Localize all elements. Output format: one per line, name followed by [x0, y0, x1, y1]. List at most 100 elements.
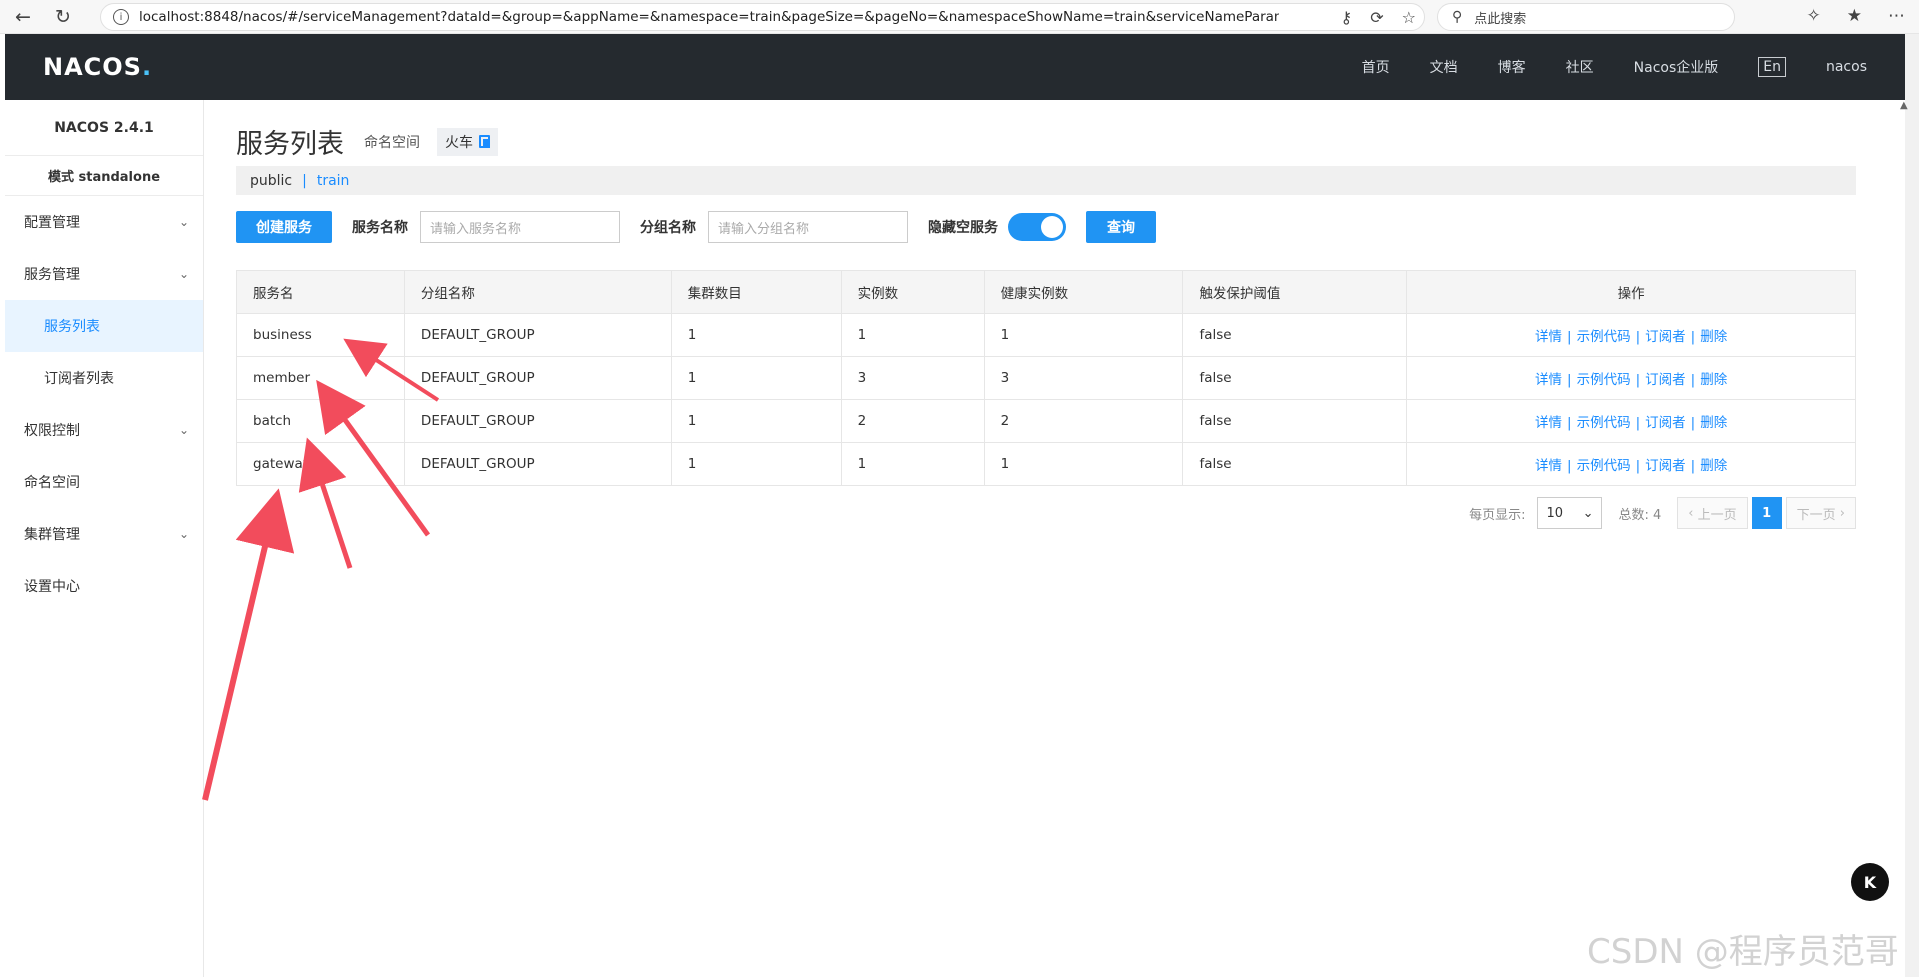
key-icon[interactable]: ⚷ — [1341, 8, 1353, 27]
hide-empty-toggle[interactable] — [1008, 213, 1066, 241]
sidebar-item-label: 订阅者列表 — [44, 371, 114, 387]
sample-code-link[interactable]: 示例代码 — [1577, 372, 1631, 388]
sidebar-item-settings[interactable]: 设置中心 — [5, 560, 203, 612]
chevron-right-icon: › — [1835, 505, 1845, 521]
sidebar-item-auth[interactable]: 权限控制 ⌄ — [5, 404, 203, 456]
table-header-row: 服务名 分组名称 集群数目 实例数 健康实例数 触发保护阈值 操作 — [236, 270, 1856, 314]
col-cluster-count: 集群数目 — [670, 270, 842, 314]
search-placeholder: 点此搜索 — [1474, 11, 1527, 27]
top-nav: 首页 文档 博客 社区 Nacos企业版 En nacos — [1362, 57, 1867, 77]
assistant-float-button[interactable]: K — [1851, 863, 1889, 901]
next-page-button[interactable]: 下一页 › — [1785, 497, 1856, 529]
main-content: 服务列表 命名空间 火车 public | train 创建服务 服务名称 请输… — [236, 100, 1856, 977]
reload-icon[interactable]: ↻ — [46, 3, 80, 31]
page-button-current[interactable]: 1 — [1751, 497, 1782, 529]
subscriber-link[interactable]: 订阅者 — [1645, 372, 1686, 388]
table-cell: 3 — [983, 356, 1184, 400]
site-info-icon[interactable]: i — [113, 9, 129, 25]
delete-link[interactable]: 删除 — [1700, 329, 1727, 345]
more-icon[interactable]: ⋯ — [1888, 6, 1905, 26]
version-label: NACOS 2.4.1 — [5, 100, 203, 156]
operations-cell: 详情 | 示例代码 | 订阅者 | 删除 — [1406, 399, 1856, 443]
create-service-button[interactable]: 创建服务 — [236, 211, 332, 243]
page-size-value: 10 — [1546, 505, 1564, 521]
chevron-down-icon: ⌄ — [178, 527, 189, 541]
app-header: NACOS. 首页 文档 博客 社区 Nacos企业版 En nacos — [5, 34, 1905, 100]
table-row: batch DEFAULT_GROUP 1 2 2 false 详情 | 示例代码 | 订阅者 | 删除 — [236, 399, 1856, 443]
page-size-select[interactable]: 10 ⌄ — [1537, 497, 1603, 529]
hide-empty-label: 隐藏空服务 — [928, 220, 998, 236]
back-arrow-icon[interactable]: ← — [6, 3, 40, 31]
chevron-left-icon: ‹ — [1688, 505, 1698, 521]
namespace-public-link[interactable]: public — [250, 173, 292, 189]
copy-icon[interactable] — [479, 135, 490, 148]
nacos-logo[interactable]: NACOS. — [43, 53, 152, 81]
namespace-chip: 火车 — [437, 127, 498, 156]
table-cell: 2 — [983, 399, 1184, 443]
group-name-input[interactable]: 请输入分组名称 — [708, 211, 908, 243]
nav-enterprise[interactable]: Nacos企业版 — [1634, 57, 1719, 77]
sample-code-link[interactable]: 示例代码 — [1577, 458, 1631, 474]
namespace-train-link[interactable]: train — [317, 173, 350, 189]
subscriber-link[interactable]: 订阅者 — [1645, 415, 1686, 431]
subscriber-link[interactable]: 订阅者 — [1645, 458, 1686, 474]
delete-link[interactable]: 删除 — [1700, 415, 1727, 431]
detail-link[interactable]: 详情 — [1535, 458, 1562, 474]
op-separator: | — [1635, 415, 1641, 431]
sidebar: NACOS 2.4.1 模式 standalone 配置管理 ⌄ 服务管理 ⌄ … — [5, 100, 204, 977]
nav-community[interactable]: 社区 — [1566, 57, 1594, 77]
favorites-icon[interactable]: ★ — [1847, 6, 1862, 26]
url-text[interactable]: localhost:8848/nacos/#/serviceManagement… — [139, 9, 1279, 25]
nav-home[interactable]: 首页 — [1362, 57, 1390, 77]
page-scrollbar[interactable] — [1905, 34, 1919, 977]
namespace-value: 火车 — [445, 134, 473, 151]
translate-icon[interactable]: ⟳ — [1370, 8, 1383, 27]
table-row: business DEFAULT_GROUP 1 1 1 false 详情 | 示例代码 | 订阅者… — [236, 313, 1856, 357]
delete-link[interactable]: 删除 — [1700, 458, 1727, 474]
user-menu[interactable]: nacos — [1826, 59, 1867, 75]
extensions-icon[interactable]: ✧ — [1807, 6, 1821, 26]
table-cell: DEFAULT_GROUP — [403, 313, 672, 357]
delete-link[interactable]: 删除 — [1700, 372, 1727, 388]
scroll-up-icon[interactable]: ▲ — [1900, 100, 1908, 111]
table-cell: 2 — [840, 399, 985, 443]
subscriber-link[interactable]: 订阅者 — [1645, 329, 1686, 345]
language-toggle-button[interactable]: En — [1758, 57, 1786, 77]
sidebar-item-namespace[interactable]: 命名空间 — [5, 456, 203, 508]
sample-code-link[interactable]: 示例代码 — [1577, 329, 1631, 345]
col-operations: 操作 — [1406, 270, 1856, 314]
table-cell: false — [1182, 313, 1408, 357]
sidebar-item-label: 设置中心 — [24, 579, 80, 595]
prev-page-button[interactable]: ‹ 上一页 — [1677, 497, 1748, 529]
chevron-down-icon: ⌄ — [178, 267, 189, 281]
detail-link[interactable]: 详情 — [1535, 372, 1562, 388]
table-cell: 1 — [670, 313, 842, 357]
detail-link[interactable]: 详情 — [1535, 415, 1562, 431]
nav-blog[interactable]: 博客 — [1498, 57, 1526, 77]
table-cell: batch — [236, 399, 405, 443]
sidebar-item-subscribers[interactable]: 订阅者列表 — [5, 352, 203, 404]
search-icon: ⚲ — [1452, 9, 1463, 25]
operations-cell: 详情 | 示例代码 | 订阅者 | 删除 — [1406, 442, 1856, 486]
table-cell: business — [236, 313, 405, 357]
browser-search-box[interactable]: ⚲ 点此搜索 — [1437, 3, 1735, 31]
sample-code-link[interactable]: 示例代码 — [1577, 415, 1631, 431]
table-row: gateway DEFAULT_GROUP 1 1 1 false 详情 | 示例代码 | 订阅者 |… — [236, 442, 1856, 486]
address-bar[interactable]: i localhost:8848/nacos/#/serviceManageme… — [100, 3, 1425, 31]
sidebar-item-service-list[interactable]: 服务列表 — [5, 300, 203, 352]
sidebar-item-service[interactable]: 服务管理 ⌄ — [5, 248, 203, 300]
table-row: member DEFAULT_GROUP 1 3 3 false 详情 | 示例代码 | 订阅者 | 删… — [236, 356, 1856, 400]
detail-link[interactable]: 详情 — [1535, 329, 1562, 345]
sidebar-item-cluster[interactable]: 集群管理 ⌄ — [5, 508, 203, 560]
pagination: 每页显示: 10 ⌄ 总数: 4 ‹ 上一页 1 下一页 › — [1469, 497, 1856, 529]
chevron-down-icon: ⌄ — [1582, 505, 1594, 521]
nav-docs[interactable]: 文档 — [1430, 57, 1458, 77]
group-name-label: 分组名称 — [640, 220, 696, 236]
star-icon[interactable]: ☆ — [1402, 8, 1416, 27]
op-separator: | — [1567, 415, 1572, 431]
sidebar-item-config[interactable]: 配置管理 ⌄ — [5, 196, 203, 248]
query-button[interactable]: 查询 — [1086, 211, 1156, 243]
sidebar-item-label: 服务管理 — [24, 267, 80, 283]
service-name-input[interactable]: 请输入服务名称 — [420, 211, 620, 243]
op-separator: | — [1635, 372, 1641, 388]
